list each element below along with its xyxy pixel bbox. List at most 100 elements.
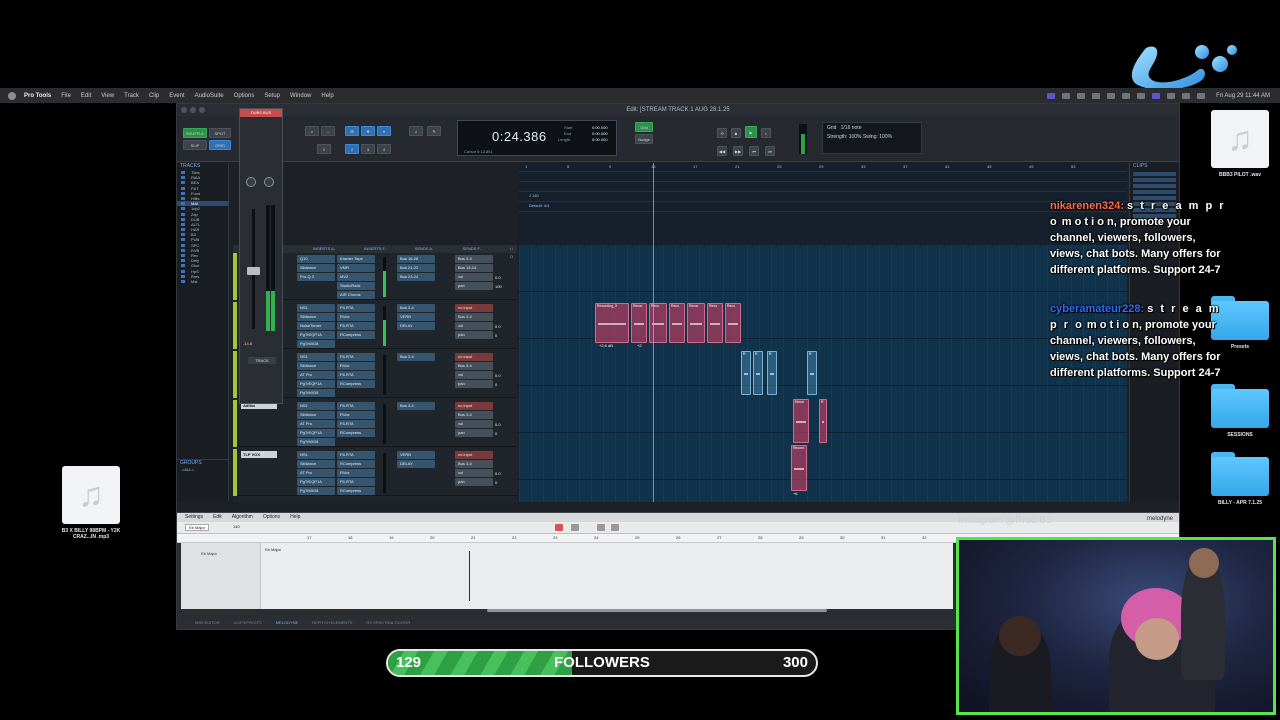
tray-search-icon[interactable] [1182, 92, 1191, 99]
grid-value[interactable]: 1/16 note [841, 125, 862, 131]
insert-slot[interactable]: Sibilance [297, 313, 335, 321]
io-slot[interactable]: Bus 3-4 [455, 255, 493, 263]
menu-file[interactable]: File [61, 93, 71, 99]
grabber-tool-icon[interactable]: ✥ [361, 126, 375, 136]
menu-window[interactable]: Window [290, 93, 311, 99]
audio-clip[interactable]: Reco [669, 303, 685, 343]
insert-slot[interactable]: Pro-Q 3 [297, 273, 335, 281]
io-slot[interactable]: vol [455, 371, 493, 379]
io-slot[interactable]: pan [455, 478, 493, 486]
insert-slot[interactable]: StudioRack [337, 282, 375, 290]
lower-zone-tab[interactable]: MELODYNE [276, 618, 298, 628]
pan-value[interactable]: 0 [495, 382, 497, 387]
insert-slot[interactable]: NS1 [297, 402, 335, 410]
desktop-folder-sessions[interactable]: SESSIONS [1200, 384, 1280, 438]
audio-clip[interactable]: Reco [649, 303, 667, 343]
tray-app-icon[interactable] [1152, 92, 1161, 99]
meter-ruler[interactable]: Default: 4/4 [519, 203, 1127, 212]
zoom-window-icon[interactable] [199, 107, 205, 113]
menu-clip[interactable]: Clip [149, 93, 159, 99]
tray-app-icon[interactable] [1107, 92, 1116, 99]
insert-slot[interactable]: NoiseTamer [297, 322, 335, 330]
send-slot[interactable]: DELAY [397, 460, 435, 468]
io-slot[interactable]: no input [455, 402, 493, 410]
pencil-tool-icon[interactable]: ✎ [427, 126, 441, 136]
key-selector[interactable]: Eb Major [185, 524, 210, 531]
pan-value[interactable]: 0 [495, 333, 497, 338]
audio-clip[interactable]: Recor [631, 303, 647, 343]
audio-clip[interactable]: R [819, 399, 827, 443]
insert-slot[interactable]: F6-RTA [337, 451, 375, 459]
io-slot[interactable]: Bus 3-4 [455, 313, 493, 321]
io-slot[interactable]: Bus 3-4 [455, 362, 493, 370]
insert-slot[interactable]: PgTrEQP1A [297, 429, 335, 437]
clip-list-item[interactable] [1133, 184, 1176, 188]
swing-value[interactable]: 100% [879, 134, 892, 140]
insert-slot[interactable]: RCompress [337, 487, 375, 495]
insert-slot[interactable]: PgTrEQP1A [297, 331, 335, 339]
insert-slot[interactable]: RVox [337, 313, 375, 321]
close-window-icon[interactable] [181, 107, 187, 113]
melodyne-note-area[interactable]: Eb Major Eb Major [181, 543, 953, 609]
melodyne-menu-algorithm[interactable]: Algorithm [232, 513, 253, 522]
mix-track-name[interactable]: TLP VOX [241, 451, 277, 458]
apple-icon[interactable] [8, 91, 16, 100]
zoom-preset-button[interactable]: 4 [377, 144, 391, 154]
desktop-file-mp3[interactable]: ♫ B3 X BILLY 98BPM - Y2K CRAZ...IN .mp3 [52, 466, 130, 540]
audio-clip[interactable]: Recording_3 [595, 303, 629, 343]
samples-ruler[interactable] [519, 183, 1127, 192]
stop-icon[interactable]: ■ [731, 128, 741, 138]
pan-value[interactable]: 0 [495, 431, 497, 436]
zoom-preset-button[interactable]: 3 [361, 144, 375, 154]
melodyne-playhead[interactable] [469, 551, 470, 601]
insert-slot[interactable]: F6-RTA [337, 304, 375, 312]
audio-clip[interactable]: Reco [725, 303, 741, 343]
send-slot[interactable]: VERB [397, 451, 435, 459]
tempo-field[interactable]: 140 [233, 524, 240, 529]
insert-slot[interactable]: RVox [337, 411, 375, 419]
insert-slot[interactable]: PgTrEQP1A [297, 380, 335, 388]
tray-app-icon[interactable] [1092, 92, 1101, 99]
selector-tool-icon[interactable]: ⊞ [345, 126, 359, 136]
insert-slot[interactable]: Sibilance [297, 264, 335, 272]
zoom-preset-button[interactable]: 1 [317, 144, 331, 154]
insert-slot[interactable]: RVox [337, 362, 375, 370]
zoom-tool-icon[interactable] [611, 524, 619, 531]
io-slot[interactable]: no input [455, 304, 493, 312]
volume-value[interactable]: 0.0 [495, 373, 501, 378]
audio-clip[interactable]: Reco [707, 303, 723, 343]
scrubber-tool-icon[interactable]: ♫ [409, 126, 423, 136]
insert-slot[interactable]: AT Pro [297, 469, 335, 477]
tray-app-icon[interactable] [1062, 92, 1071, 99]
volume-value[interactable]: 0.0 [495, 324, 501, 329]
insert-slot[interactable]: RCompress [337, 380, 375, 388]
group-all[interactable]: <ALL> [177, 467, 228, 472]
insert-slot[interactable]: F6-RTA [337, 420, 375, 428]
clip-list-item[interactable] [1133, 172, 1176, 176]
io-slot[interactable]: pan [455, 380, 493, 388]
min-secs-ruler[interactable] [519, 173, 1127, 182]
fast-forward-icon[interactable]: ▶▶ [733, 146, 743, 156]
insert-slot[interactable]: Sibilance [297, 411, 335, 419]
send-slot[interactable]: Bus 3-4 [397, 353, 435, 361]
play-icon[interactable]: ▶ [745, 126, 757, 138]
menu-edit[interactable]: Edit [81, 93, 91, 99]
window-title-bar[interactable]: Edit: [STREAM TRACK 1 AUG 28.1.25 [177, 104, 1179, 116]
menu-track[interactable]: Track [124, 93, 139, 99]
menu-audiosuite[interactable]: AudioSuite [195, 93, 224, 99]
volume-value[interactable]: 0.0 [495, 275, 501, 280]
insert-slot[interactable]: Sibilance [297, 362, 335, 370]
track-list-item[interactable]: Mst [177, 279, 228, 284]
tray-wifi-icon[interactable] [1167, 92, 1176, 99]
tray-app-icon[interactable] [1077, 92, 1086, 99]
playhead-cursor[interactable] [653, 163, 654, 502]
insert-slot[interactable]: NS1 [297, 451, 335, 459]
menu-help[interactable]: Help [321, 93, 333, 99]
pan-value[interactable]: 0 [495, 480, 497, 485]
rewind-icon[interactable]: ◀◀ [717, 146, 727, 156]
insert-slot[interactable]: F6-RTA [337, 402, 375, 410]
track-color-tag[interactable] [233, 302, 237, 349]
menu-view[interactable]: View [101, 93, 114, 99]
loop-icon[interactable]: ⟲ [717, 128, 727, 138]
record-icon[interactable]: ● [761, 128, 771, 138]
